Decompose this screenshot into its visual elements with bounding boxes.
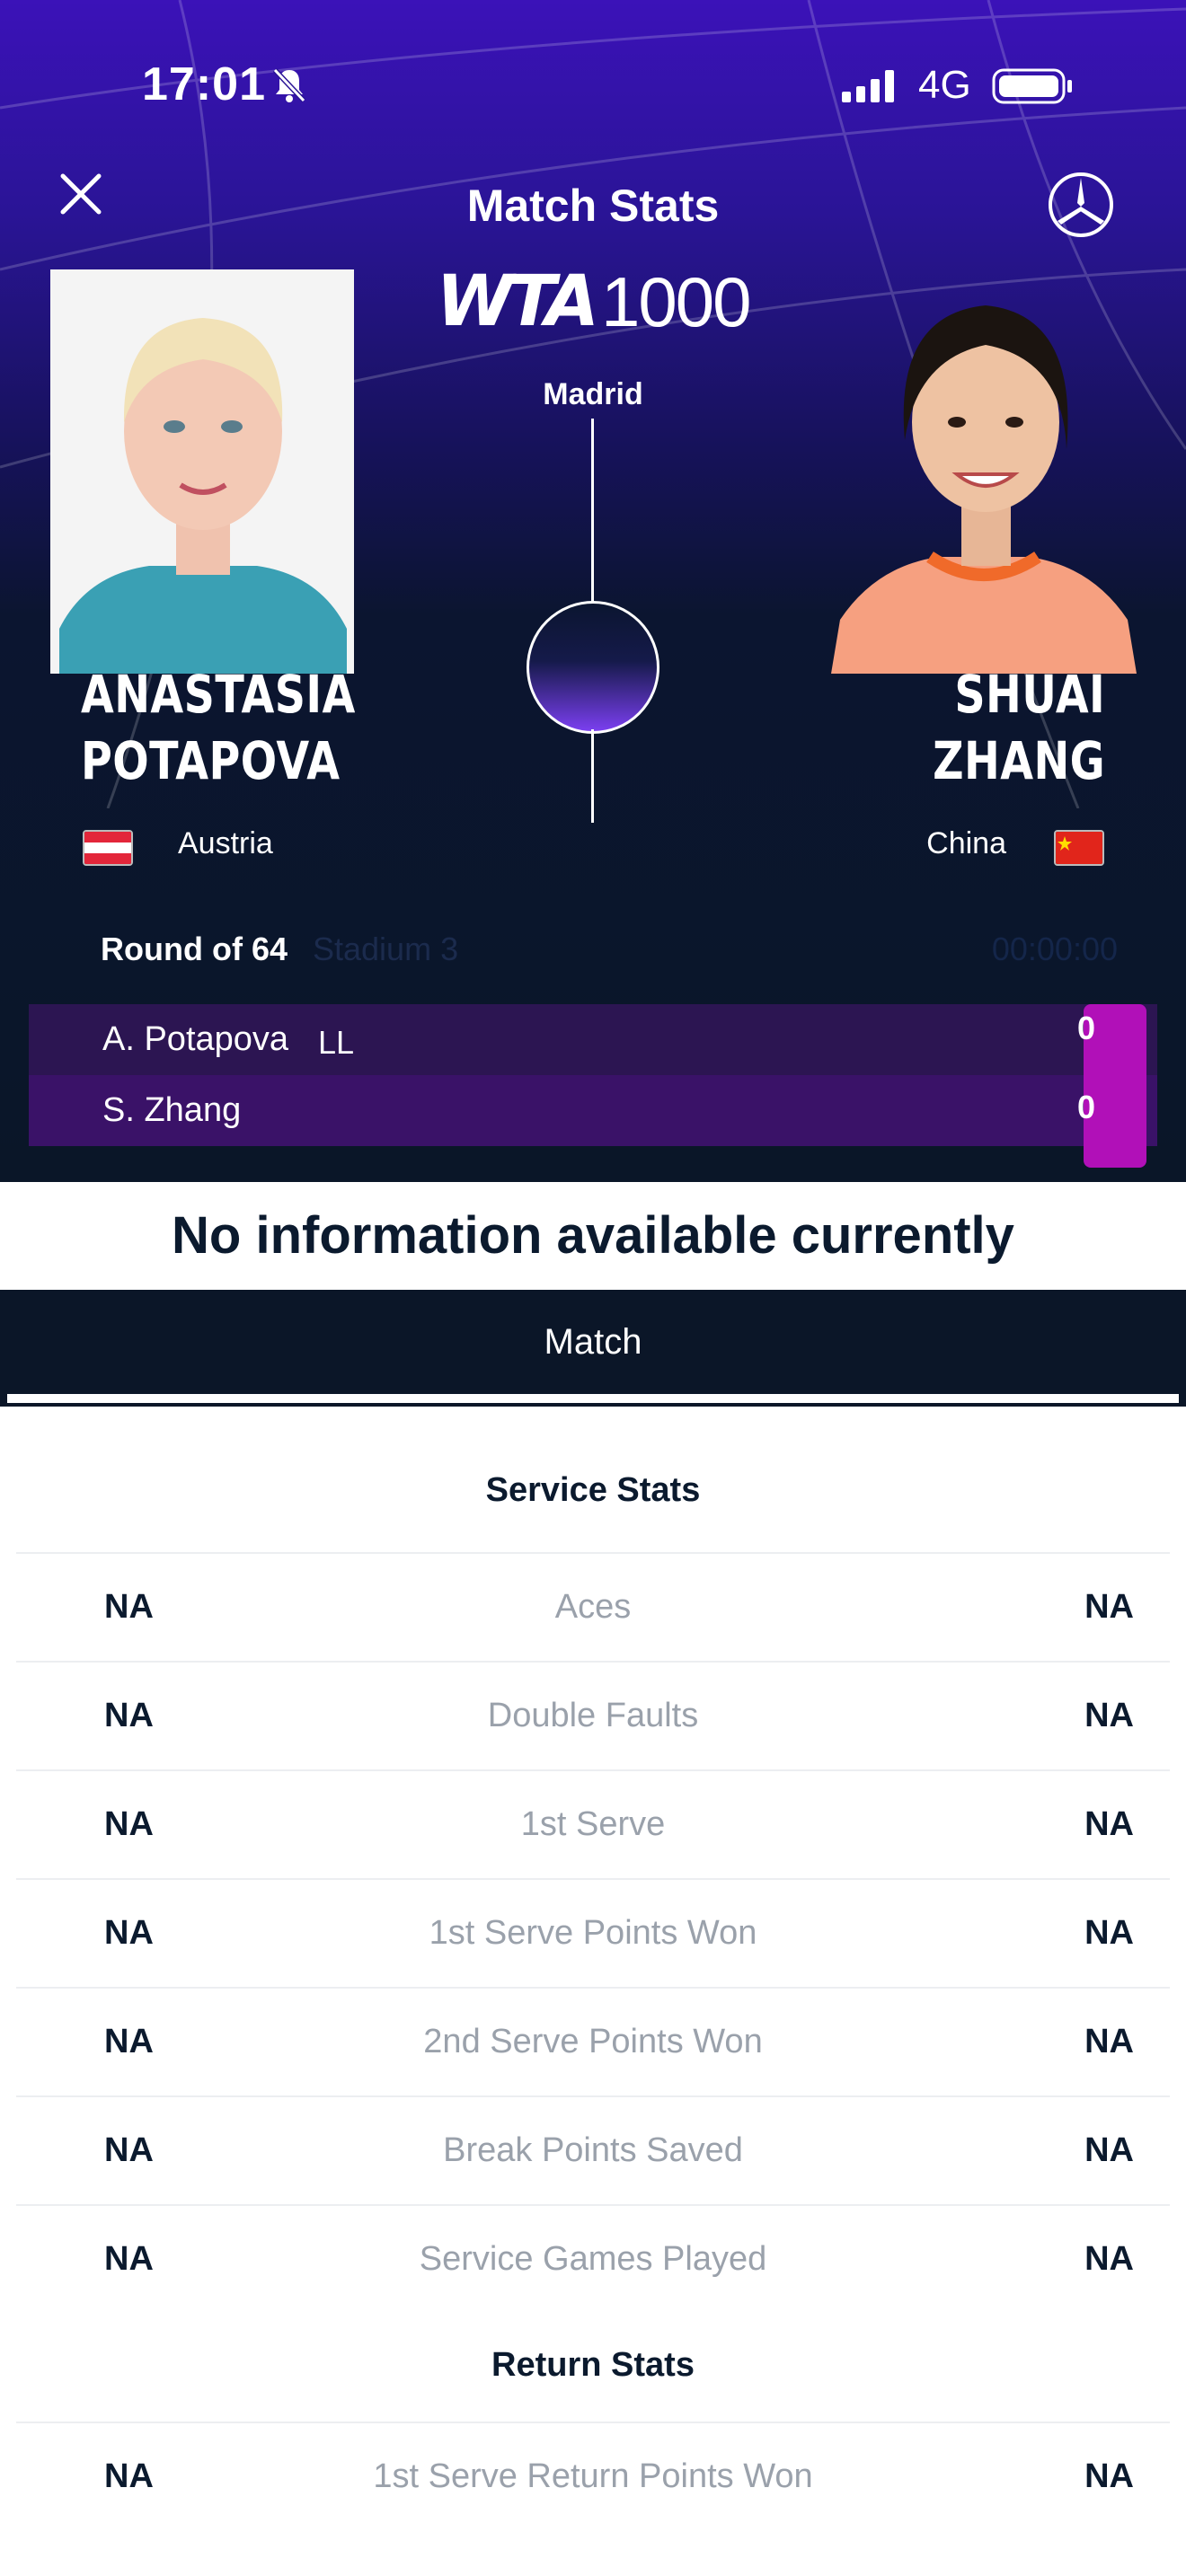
bell-muted-icon: [272, 67, 306, 103]
player-left-score: 0: [1076, 1010, 1096, 1046]
network-type: 4G: [918, 63, 971, 107]
scroll-clip-area: [0, 2488, 1186, 2576]
stat-label: Aces: [554, 1588, 632, 1626]
player-left-name: ANASTASIA POTAPOVA: [81, 661, 356, 794]
divider-line-bottom: [591, 729, 594, 823]
austria-flag-icon: [83, 830, 133, 866]
stat-label: 1st Serve Points Won: [429, 1914, 757, 1952]
match-header: 17:01 4G Match Stats WTA 1000 Madrid ANA…: [0, 0, 1186, 1182]
stat-row-aces: NA Aces NA: [16, 1552, 1170, 1661]
player-right-first-name: SHUAI: [954, 664, 1105, 725]
match-duration: 00:00:00: [991, 931, 1118, 967]
player-right-last-name: ZHANG: [933, 730, 1105, 791]
player-right-country: China: [926, 826, 1006, 860]
stat-row-service-games-played: NA Service Games Played NA: [16, 2204, 1170, 2313]
player-right-score: 0: [1076, 1089, 1096, 1125]
stat-right-value: NA: [1084, 1588, 1134, 1626]
player-left-country: Austria: [178, 826, 273, 860]
stat-row-first-serve-points-won: NA 1st Serve Points Won NA: [16, 1878, 1170, 1987]
china-flag-icon: [1054, 830, 1104, 866]
page-title: Match Stats: [466, 181, 720, 231]
stat-row-first-serve: NA 1st Serve NA: [16, 1769, 1170, 1878]
player-left-first-name: ANASTASIA: [81, 664, 356, 725]
stat-label: 1st Serve: [520, 1805, 666, 1843]
service-stats-title: Service Stats: [485, 1471, 701, 1509]
stat-label: Double Faults: [487, 1697, 699, 1734]
scoreboard-row: S. Zhang: [29, 1075, 1157, 1146]
tab-match[interactable]: Match: [0, 1322, 1186, 1363]
stat-label: 2nd Serve Points Won: [423, 2023, 763, 2060]
player-right-photo: [831, 269, 1137, 674]
divider-line-top: [591, 419, 594, 604]
stat-right-value: NA: [1084, 2240, 1134, 2278]
stat-label: Service Games Played: [419, 2240, 767, 2278]
stat-label: Break Points Saved: [443, 2131, 743, 2169]
logo-wta-text: WTA: [436, 261, 599, 342]
stat-row-break-points-saved: NA Break Points Saved NA: [16, 2095, 1170, 2204]
wta-1000-logo: WTA 1000: [436, 261, 751, 342]
status-bar: 17:01 4G: [0, 0, 1186, 171]
stat-right-value: NA: [1084, 2023, 1134, 2060]
versus-circle: [527, 601, 659, 734]
player-left-last-name: POTAPOVA: [81, 730, 341, 791]
player-right-name: SHUAI ZHANG: [933, 661, 1105, 794]
match-court: Stadium 3: [313, 931, 459, 967]
logo-tier-text: 1000: [601, 261, 752, 341]
player-left-photo: [50, 269, 354, 674]
stat-right-value: NA: [1084, 2131, 1134, 2169]
scoreboard-row: A. Potapova LL: [29, 1004, 1157, 1075]
status-time: 17:01: [142, 58, 266, 110]
scoreboard-player-name: A. Potapova: [102, 1020, 289, 1058]
stat-row-double-faults: NA Double Faults NA: [16, 1661, 1170, 1769]
scoreboard-player-name: S. Zhang: [102, 1091, 242, 1129]
mercedes-star-icon[interactable]: [1047, 171, 1115, 239]
battery-icon: [992, 68, 1072, 104]
tab-active-indicator: [7, 1394, 1179, 1403]
stat-right-value: NA: [1084, 1697, 1134, 1734]
scoreboard: A. Potapova LL S. Zhang: [29, 1004, 1157, 1168]
stats-tab-bar: Match: [0, 1290, 1186, 1407]
stat-row-second-serve-points-won: NA 2nd Serve Points Won NA: [16, 1987, 1170, 2095]
stat-right-value: NA: [1084, 1805, 1134, 1843]
stat-right-value: NA: [1084, 1914, 1134, 1952]
signal-icon: [842, 70, 894, 102]
entry-status-badge: LL: [318, 1024, 355, 1061]
no-info-notice: No information available currently: [0, 1182, 1186, 1290]
return-stats-title: Return Stats: [491, 2346, 695, 2384]
match-round: Round of 64: [101, 931, 288, 967]
